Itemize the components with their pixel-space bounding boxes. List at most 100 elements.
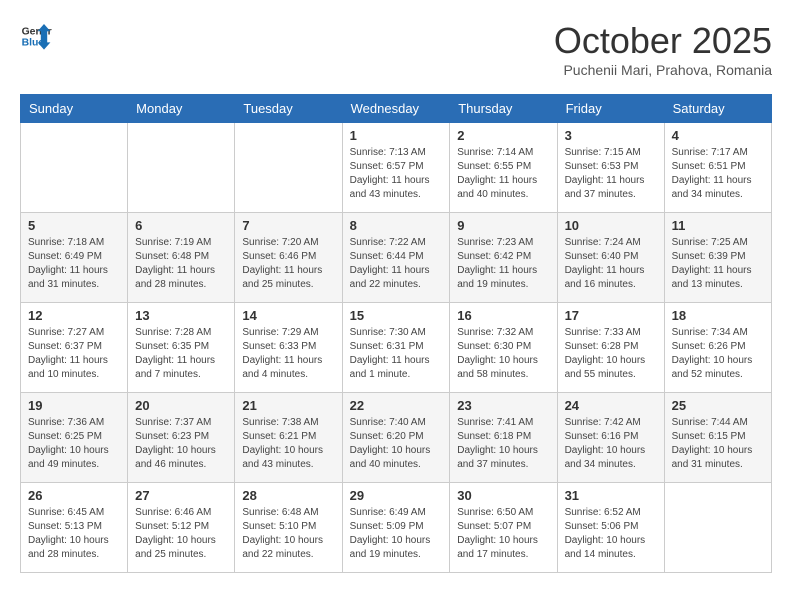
- calendar-cell: 13Sunrise: 7:28 AM Sunset: 6:35 PM Dayli…: [128, 303, 235, 393]
- day-info: Sunrise: 7:28 AM Sunset: 6:35 PM Dayligh…: [135, 326, 227, 382]
- day-number: 28: [242, 488, 334, 503]
- day-number: 6: [135, 218, 227, 233]
- day-info: Sunrise: 7:44 AM Sunset: 6:15 PM Dayligh…: [672, 416, 764, 472]
- day-number: 14: [242, 308, 334, 323]
- day-number: 27: [135, 488, 227, 503]
- calendar-cell: 25Sunrise: 7:44 AM Sunset: 6:15 PM Dayli…: [664, 393, 771, 483]
- header-wednesday: Wednesday: [342, 95, 450, 123]
- day-info: Sunrise: 7:37 AM Sunset: 6:23 PM Dayligh…: [135, 416, 227, 472]
- day-number: 9: [457, 218, 549, 233]
- day-number: 23: [457, 398, 549, 413]
- day-info: Sunrise: 7:32 AM Sunset: 6:30 PM Dayligh…: [457, 326, 549, 382]
- day-info: Sunrise: 7:20 AM Sunset: 6:46 PM Dayligh…: [242, 236, 334, 292]
- day-info: Sunrise: 7:22 AM Sunset: 6:44 PM Dayligh…: [350, 236, 443, 292]
- calendar-cell: 1 Sunrise: 7:13 AM Sunset: 6:57 PM Daylig…: [342, 123, 450, 213]
- logo-icon: General Blue: [20, 20, 52, 52]
- day-info: Sunrise: 7:23 AM Sunset: 6:42 PM Dayligh…: [457, 236, 549, 292]
- calendar-cell: 5 Sunrise: 7:18 AM Sunset: 6:49 PM Daylig…: [21, 213, 128, 303]
- day-number: 10: [565, 218, 657, 233]
- calendar-cell: 24 Sunrise: 7:42 AM Sunset: 6:16 PM Dayli…: [557, 393, 664, 483]
- calendar-cell: 11 Sunrise: 7:25 AM Sunset: 6:39 PM Dayli…: [664, 213, 771, 303]
- day-number: 5: [28, 218, 120, 233]
- calendar-cell: 18 Sunrise: 7:34 AM Sunset: 6:26 PM Dayli…: [664, 303, 771, 393]
- header-saturday: Saturday: [664, 95, 771, 123]
- day-info: Sunrise: 7:14 AM Sunset: 6:55 PM Dayligh…: [457, 146, 549, 202]
- calendar-header-row: SundayMondayTuesdayWednesdayThursdayFrid…: [21, 95, 772, 123]
- calendar-cell: 22Sunrise: 7:40 AM Sunset: 6:20 PM Dayli…: [342, 393, 450, 483]
- header-sunday: Sunday: [21, 95, 128, 123]
- day-number: 4: [672, 128, 764, 143]
- calendar-cell: 9 Sunrise: 7:23 AM Sunset: 6:42 PM Daylig…: [450, 213, 557, 303]
- day-info: Sunrise: 6:48 AM Sunset: 5:10 PM Dayligh…: [242, 506, 334, 562]
- calendar-cell: [21, 123, 128, 213]
- day-number: 2: [457, 128, 549, 143]
- day-info: Sunrise: 6:50 AM Sunset: 5:07 PM Dayligh…: [457, 506, 549, 562]
- calendar-cell: 26Sunrise: 6:45 AM Sunset: 5:13 PM Dayli…: [21, 483, 128, 573]
- day-info: Sunrise: 6:46 AM Sunset: 5:12 PM Dayligh…: [135, 506, 227, 562]
- day-info: Sunrise: 6:45 AM Sunset: 5:13 PM Dayligh…: [28, 506, 120, 562]
- day-number: 1: [350, 128, 443, 143]
- header-friday: Friday: [557, 95, 664, 123]
- day-number: 19: [28, 398, 120, 413]
- calendar-cell: 20 Sunrise: 7:37 AM Sunset: 6:23 PM Dayli…: [128, 393, 235, 483]
- day-info: Sunrise: 7:34 AM Sunset: 6:26 PM Dayligh…: [672, 326, 764, 382]
- day-info: Sunrise: 7:41 AM Sunset: 6:18 PM Dayligh…: [457, 416, 549, 472]
- calendar-cell: 27 Sunrise: 6:46 AM Sunset: 5:12 PM Dayli…: [128, 483, 235, 573]
- calendar-cell: 19Sunrise: 7:36 AM Sunset: 6:25 PM Dayli…: [21, 393, 128, 483]
- day-info: Sunrise: 7:29 AM Sunset: 6:33 PM Dayligh…: [242, 326, 334, 382]
- calendar-cell: 17 Sunrise: 7:33 AM Sunset: 6:28 PM Dayli…: [557, 303, 664, 393]
- day-info: Sunrise: 7:25 AM Sunset: 6:39 PM Dayligh…: [672, 236, 764, 292]
- title-block: October 2025 Puchenii Mari, Prahova, Rom…: [554, 20, 772, 78]
- calendar-cell: 7 Sunrise: 7:20 AM Sunset: 6:46 PM Daylig…: [235, 213, 342, 303]
- calendar-week-2: 5 Sunrise: 7:18 AM Sunset: 6:49 PM Daylig…: [21, 213, 772, 303]
- day-info: Sunrise: 7:40 AM Sunset: 6:20 PM Dayligh…: [350, 416, 443, 472]
- calendar-cell: 8 Sunrise: 7:22 AM Sunset: 6:44 PM Daylig…: [342, 213, 450, 303]
- calendar-cell: 3Sunrise: 7:15 AM Sunset: 6:53 PM Daylig…: [557, 123, 664, 213]
- calendar-cell: 12 Sunrise: 7:27 AM Sunset: 6:37 PM Dayli…: [21, 303, 128, 393]
- calendar-cell: 15Sunrise: 7:30 AM Sunset: 6:31 PM Dayli…: [342, 303, 450, 393]
- day-info: Sunrise: 7:30 AM Sunset: 6:31 PM Dayligh…: [350, 326, 443, 382]
- calendar-cell: 16 Sunrise: 7:32 AM Sunset: 6:30 PM Dayli…: [450, 303, 557, 393]
- calendar-cell: 28 Sunrise: 6:48 AM Sunset: 5:10 PM Dayli…: [235, 483, 342, 573]
- calendar-table: SundayMondayTuesdayWednesdayThursdayFrid…: [20, 94, 772, 573]
- day-number: 17: [565, 308, 657, 323]
- calendar-cell: [664, 483, 771, 573]
- calendar-cell: 2 Sunrise: 7:14 AM Sunset: 6:55 PM Daylig…: [450, 123, 557, 213]
- day-number: 20: [135, 398, 227, 413]
- day-number: 31: [565, 488, 657, 503]
- calendar-week-5: 26Sunrise: 6:45 AM Sunset: 5:13 PM Dayli…: [21, 483, 772, 573]
- day-info: Sunrise: 7:33 AM Sunset: 6:28 PM Dayligh…: [565, 326, 657, 382]
- month-title: October 2025: [554, 20, 772, 62]
- day-info: Sunrise: 7:18 AM Sunset: 6:49 PM Dayligh…: [28, 236, 120, 292]
- calendar-cell: 31 Sunrise: 6:52 AM Sunset: 5:06 PM Dayli…: [557, 483, 664, 573]
- header-monday: Monday: [128, 95, 235, 123]
- day-number: 8: [350, 218, 443, 233]
- day-info: Sunrise: 6:52 AM Sunset: 5:06 PM Dayligh…: [565, 506, 657, 562]
- calendar-cell: 29Sunrise: 6:49 AM Sunset: 5:09 PM Dayli…: [342, 483, 450, 573]
- calendar-cell: 6Sunrise: 7:19 AM Sunset: 6:48 PM Daylig…: [128, 213, 235, 303]
- day-number: 18: [672, 308, 764, 323]
- day-info: Sunrise: 7:24 AM Sunset: 6:40 PM Dayligh…: [565, 236, 657, 292]
- day-number: 24: [565, 398, 657, 413]
- day-info: Sunrise: 7:27 AM Sunset: 6:37 PM Dayligh…: [28, 326, 120, 382]
- day-number: 11: [672, 218, 764, 233]
- calendar-cell: 10 Sunrise: 7:24 AM Sunset: 6:40 PM Dayli…: [557, 213, 664, 303]
- header-tuesday: Tuesday: [235, 95, 342, 123]
- calendar-cell: 14 Sunrise: 7:29 AM Sunset: 6:33 PM Dayli…: [235, 303, 342, 393]
- day-info: Sunrise: 7:15 AM Sunset: 6:53 PM Dayligh…: [565, 146, 657, 202]
- day-number: 29: [350, 488, 443, 503]
- calendar-cell: [235, 123, 342, 213]
- day-info: Sunrise: 7:42 AM Sunset: 6:16 PM Dayligh…: [565, 416, 657, 472]
- location: Puchenii Mari, Prahova, Romania: [554, 62, 772, 78]
- calendar-cell: 30 Sunrise: 6:50 AM Sunset: 5:07 PM Dayli…: [450, 483, 557, 573]
- day-info: Sunrise: 7:38 AM Sunset: 6:21 PM Dayligh…: [242, 416, 334, 472]
- calendar-cell: 21Sunrise: 7:38 AM Sunset: 6:21 PM Dayli…: [235, 393, 342, 483]
- day-info: Sunrise: 7:13 AM Sunset: 6:57 PM Dayligh…: [350, 146, 443, 202]
- day-number: 16: [457, 308, 549, 323]
- day-number: 12: [28, 308, 120, 323]
- day-number: 30: [457, 488, 549, 503]
- calendar-cell: 4Sunrise: 7:17 AM Sunset: 6:51 PM Daylig…: [664, 123, 771, 213]
- calendar-cell: 23 Sunrise: 7:41 AM Sunset: 6:18 PM Dayli…: [450, 393, 557, 483]
- day-number: 7: [242, 218, 334, 233]
- logo: General Blue: [20, 20, 54, 52]
